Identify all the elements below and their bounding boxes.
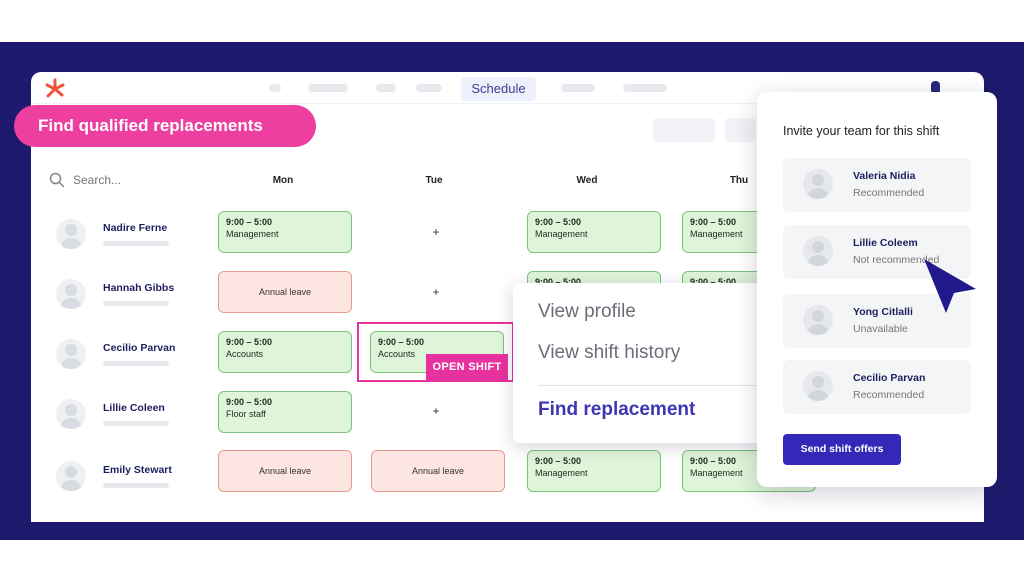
avatar — [803, 236, 833, 266]
shift-card[interactable]: 9:00 – 5:00 Management — [218, 211, 352, 253]
annual-leave-card[interactable]: Annual leave — [371, 450, 505, 492]
day-header-tue: Tue — [425, 175, 443, 186]
employee-subtitle-placeholder — [103, 301, 169, 306]
notification-bell-icon[interactable] — [931, 81, 940, 92]
member-status: Unavailable — [853, 323, 908, 335]
shift-role: Management — [690, 229, 743, 239]
shift-time: 9:00 – 5:00 — [535, 217, 582, 227]
shift-time: 9:00 – 5:00 — [690, 456, 737, 466]
search-icon — [49, 172, 65, 188]
shift-context-menu: View profile View shift history Find rep… — [513, 283, 775, 443]
nav-item-placeholder[interactable] — [376, 84, 396, 92]
employee-row-header[interactable]: Nadire Ferne — [56, 217, 226, 257]
tab-schedule[interactable]: Schedule — [461, 77, 536, 101]
nav-item-placeholder[interactable] — [416, 84, 442, 92]
menu-divider — [538, 385, 768, 386]
avatar — [803, 169, 833, 199]
brand-logo-icon[interactable] — [44, 78, 66, 100]
nav-item-placeholder[interactable] — [269, 84, 281, 92]
search-input[interactable] — [73, 173, 193, 187]
menu-item-view-profile[interactable]: View profile — [538, 301, 636, 323]
member-name: Lillie Coleem — [853, 237, 918, 249]
employee-name: Hannah Gibbs — [103, 282, 175, 294]
employee-name: Lillie Coleen — [103, 402, 165, 414]
avatar — [56, 219, 86, 249]
shift-time: 9:00 – 5:00 — [690, 217, 737, 227]
shift-card[interactable]: 9:00 – 5:00 Management — [527, 211, 661, 253]
employee-row-header[interactable]: Lillie Coleen — [56, 397, 226, 437]
invite-panel-title: Invite your team for this shift — [783, 124, 940, 138]
avatar — [803, 305, 833, 335]
employee-name: Nadire Ferne — [103, 222, 168, 234]
nav-item-placeholder[interactable] — [561, 84, 595, 92]
employee-name: Cecilio Parvan — [103, 342, 176, 354]
add-shift-button[interactable]: + — [426, 404, 446, 418]
member-name: Valeria Nidia — [853, 170, 916, 182]
shift-card[interactable]: 9:00 – 5:00 Floor staff — [218, 391, 352, 433]
shift-time: 9:00 – 5:00 — [535, 456, 582, 466]
shift-role: Management — [226, 229, 279, 239]
avatar — [56, 461, 86, 491]
shift-time: 9:00 – 5:00 — [226, 217, 273, 227]
member-status: Recommended — [853, 389, 925, 401]
shift-role: Floor staff — [226, 409, 266, 419]
avatar — [56, 399, 86, 429]
employee-row-header[interactable]: Cecilio Parvan — [56, 337, 226, 377]
feature-banner: Find qualified replacements — [14, 105, 316, 147]
shift-time: 9:00 – 5:00 — [226, 397, 273, 407]
employee-row-header[interactable]: Emily Stewart — [56, 459, 226, 499]
toolbar-button-placeholder[interactable] — [725, 118, 755, 142]
team-member-card[interactable]: Cecilio Parvan Recommended — [783, 360, 971, 414]
nav-item-placeholder[interactable] — [308, 84, 348, 92]
shift-card[interactable]: 9:00 – 5:00 Management — [527, 450, 661, 492]
annual-leave-card[interactable]: Annual leave — [218, 450, 352, 492]
annual-leave-card[interactable]: Annual leave — [218, 271, 352, 313]
avatar — [56, 279, 86, 309]
day-header-wed: Wed — [576, 175, 598, 186]
employee-subtitle-placeholder — [103, 483, 169, 488]
employee-subtitle-placeholder — [103, 361, 169, 366]
shift-role: Accounts — [226, 349, 264, 359]
member-status: Recommended — [853, 187, 925, 199]
nav-item-placeholder[interactable] — [623, 84, 667, 92]
shift-card[interactable]: 9:00 – 5:00 Accounts — [218, 331, 352, 373]
member-name: Yong Citlalli — [853, 306, 913, 318]
avatar — [803, 371, 833, 401]
employee-row-header[interactable]: Hannah Gibbs — [56, 277, 226, 317]
menu-item-view-shift-history[interactable]: View shift history — [538, 342, 680, 364]
toolbar-button-placeholder[interactable] — [653, 118, 715, 142]
shift-role: Management — [690, 468, 743, 478]
open-shift-badge[interactable]: OPEN SHIFT — [426, 354, 508, 380]
mouse-cursor-icon — [924, 259, 976, 313]
shift-time: 9:00 – 5:00 — [226, 337, 273, 347]
shift-role: Management — [535, 468, 588, 478]
promo-stage: Schedule Mon Tue Wed Thu Nadire Ferne Ha… — [0, 0, 1024, 586]
menu-item-find-replacement[interactable]: Find replacement — [538, 399, 695, 421]
member-name: Cecilio Parvan — [853, 372, 926, 384]
add-shift-button[interactable]: + — [426, 285, 446, 299]
avatar — [56, 339, 86, 369]
employee-subtitle-placeholder — [103, 241, 169, 246]
employee-name: Emily Stewart — [103, 464, 172, 476]
day-header-mon: Mon — [272, 175, 294, 186]
employee-subtitle-placeholder — [103, 421, 169, 426]
shift-role: Management — [535, 229, 588, 239]
send-shift-offers-button[interactable]: Send shift offers — [783, 434, 901, 465]
team-member-card[interactable]: Valeria Nidia Recommended — [783, 158, 971, 212]
add-shift-button[interactable]: + — [426, 225, 446, 239]
